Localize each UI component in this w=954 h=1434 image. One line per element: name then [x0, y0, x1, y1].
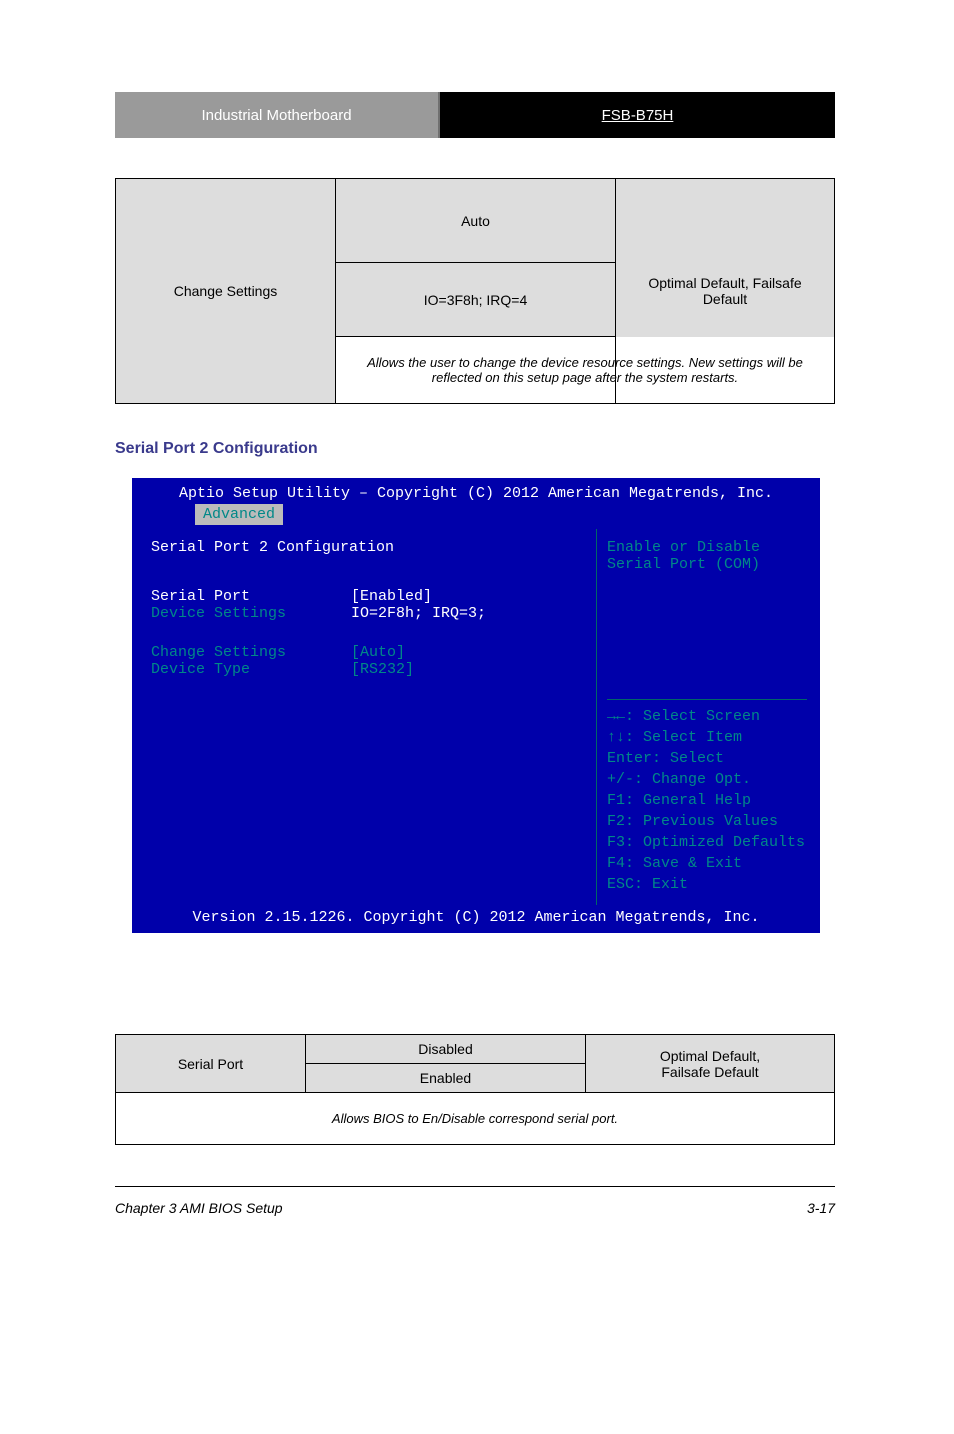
footer-page-number: 3-17 [807, 1200, 835, 1216]
bios-tabs: Advanced [135, 504, 817, 529]
bios-key-line: Enter: Select [607, 748, 807, 769]
bios-screen: Aptio Setup Utility – Copyright (C) 2012… [132, 478, 820, 933]
bios-title: Aptio Setup Utility – Copyright (C) 2012… [135, 481, 817, 504]
bios-main-panel: Serial Port 2 Configuration Serial Port … [135, 529, 597, 905]
bios-key-line: F3: Optimized Defaults [607, 832, 807, 853]
header-right-label: FSB-B75H [440, 92, 835, 138]
bios-item-device-settings: Device Settings IO=2F8h; IRQ=3; [151, 605, 586, 622]
bios-item-label: Device Type [151, 661, 351, 678]
bios-item-value: [RS232] [351, 661, 414, 678]
bios-item-change-settings[interactable]: Change Settings [Auto] [151, 644, 586, 661]
bios-item-label: Serial Port [151, 588, 351, 605]
table1-option-fixed: IO=3F8h; IRQ=4 [336, 263, 616, 337]
bios-tab-advanced[interactable]: Advanced [195, 504, 283, 525]
table1-description: Allows the user to change the device res… [336, 337, 835, 404]
bios-item-serial-port[interactable]: Serial Port [Enabled] [151, 588, 586, 605]
bios-key-line: ↑↓: Select Item [607, 727, 807, 748]
page-header: Industrial Motherboard FSB-B75H [115, 92, 835, 138]
bios-key-line: ESC: Exit [607, 874, 807, 895]
settings-table-1: Change Settings Auto Optimal Default, Fa… [115, 178, 835, 404]
table2-description: Allows BIOS to En/Disable correspond ser… [116, 1093, 835, 1145]
bios-panel-heading: Serial Port 2 Configuration [151, 539, 586, 556]
table2-setting-name: Serial Port [116, 1035, 306, 1093]
table1-option-auto: Auto [336, 179, 616, 263]
bios-key-line: +/-: Change Opt. [607, 769, 807, 790]
bios-help-panel: Enable or Disable Serial Port (COM) →←: … [597, 529, 817, 905]
table2-default-label: Optimal Default,Failsafe Default [586, 1035, 835, 1093]
section-heading-serial-port-2: Serial Port 2 Configuration [115, 440, 318, 458]
bios-item-value: IO=2F8h; IRQ=3; [351, 605, 486, 622]
header-left-label: Industrial Motherboard [115, 92, 440, 138]
footer-divider [115, 1186, 835, 1187]
bios-key-legend: →←: Select Screen ↑↓: Select Item Enter:… [607, 699, 807, 895]
bios-item-value: [Auto] [351, 644, 405, 661]
bios-item-label: Device Settings [151, 605, 351, 622]
settings-table-2: Serial Port Disabled Optimal Default,Fai… [115, 1034, 835, 1145]
bios-item-label: Change Settings [151, 644, 351, 661]
footer-chapter: Chapter 3 AMI BIOS Setup [115, 1200, 283, 1216]
table2-option-enabled: Enabled [306, 1064, 586, 1093]
bios-footer: Version 2.15.1226. Copyright (C) 2012 Am… [135, 905, 817, 930]
table2-option-disabled: Disabled [306, 1035, 586, 1064]
bios-item-device-type[interactable]: Device Type [RS232] [151, 661, 586, 678]
bios-key-line: F4: Save & Exit [607, 853, 807, 874]
bios-help-text: Enable or Disable Serial Port (COM) [607, 539, 807, 699]
bios-key-line: F2: Previous Values [607, 811, 807, 832]
table1-setting-name: Change Settings [116, 179, 336, 404]
bios-item-value: [Enabled] [351, 588, 432, 605]
bios-key-line: F1: General Help [607, 790, 807, 811]
bios-key-line: →←: Select Screen [607, 706, 807, 727]
